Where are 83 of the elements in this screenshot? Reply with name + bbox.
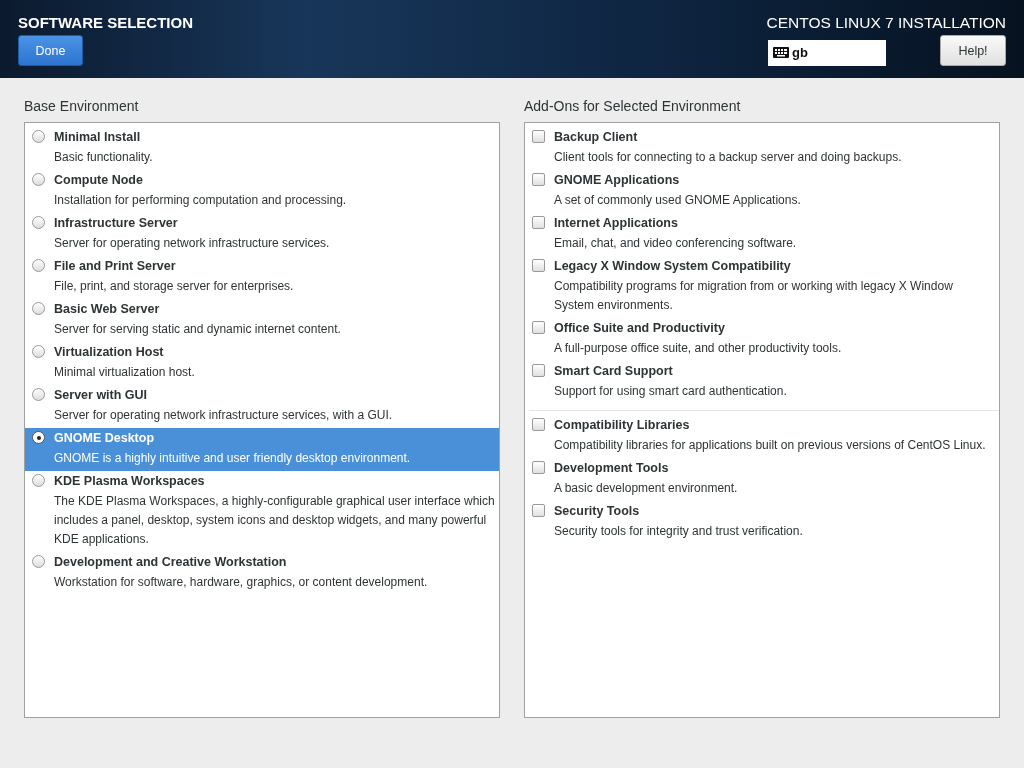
option-description: A basic development environment. — [554, 480, 738, 497]
option-name: Infrastructure Server — [54, 215, 179, 232]
option-description: Server for serving static and dynamic internet content. — [54, 321, 341, 338]
option-description: The KDE Plasma Workspaces, a highly-configurable graphical user interface which includes a panel, desktop, system icons and desktop widgets, and many powerful KDE applications. — [54, 493, 495, 548]
option-description: Client tools for connecting to a backup server and doing backups. — [554, 149, 902, 166]
option-description: Support for using smart card authentication. — [554, 383, 787, 400]
option-description: Basic functionality. — [54, 149, 153, 166]
addon-option[interactable]: Office Suite and Productivity A full-purpose office suite, and other productivity tools. — [525, 318, 999, 361]
radio-button[interactable] — [32, 130, 45, 143]
checkbox[interactable] — [532, 461, 545, 474]
option-name: Server with GUI — [54, 387, 149, 404]
checkbox[interactable] — [532, 259, 545, 272]
option-name: Minimal Install — [54, 129, 142, 146]
checkbox[interactable] — [532, 216, 545, 229]
keyboard-icon — [773, 47, 789, 58]
product-title: CENTOS LINUX 7 INSTALLATION — [766, 14, 1006, 32]
environment-option[interactable]: Infrastructure Server Server for operating network infrastructure services. — [25, 213, 499, 256]
option-name: Office Suite and Productivity — [554, 320, 726, 337]
addon-option[interactable]: Development Tools A basic development environment. — [529, 458, 999, 501]
option-name: KDE Plasma Workspaces — [54, 473, 206, 490]
radio-button[interactable] — [32, 216, 45, 229]
help-button[interactable]: Help! — [940, 35, 1006, 66]
environment-option[interactable]: Compute Node Installation for performing computation and processing. — [25, 170, 499, 213]
section-heading: Base Environment — [24, 98, 140, 114]
radio-button[interactable] — [32, 431, 45, 444]
option-description: Server for operating network infrastructure services, with a GUI. — [54, 407, 393, 424]
option-name: Compute Node — [54, 172, 144, 189]
radio-button[interactable] — [32, 173, 45, 186]
radio-button[interactable] — [32, 259, 45, 272]
radio-button[interactable] — [32, 302, 45, 315]
option-name: Virtualization Host — [54, 344, 165, 361]
keyboard-layout-field[interactable]: gb — [768, 39, 886, 66]
checkbox[interactable] — [532, 364, 545, 377]
environment-option[interactable]: File and Print Server File, print, and storage server for enterprises. — [25, 256, 499, 299]
option-description: Installation for performing computation and processing. — [54, 192, 347, 209]
environment-option[interactable]: Server with GUI Server for operating network infrastructure services, with a GUI. — [25, 385, 499, 428]
environment-option[interactable]: Virtualization Host Minimal virtualization host. — [25, 342, 499, 385]
option-description: Workstation for software, hardware, graphics, or content development. — [54, 574, 428, 591]
option-name: Development and Creative Workstation — [54, 554, 288, 571]
option-description: Compatibility programs for migration from or working with legacy X Window System environments. — [554, 278, 954, 314]
option-description: GNOME is a highly intuitive and user friendly desktop environment. — [54, 450, 411, 467]
radio-button[interactable] — [32, 555, 45, 568]
option-name: Backup Client — [554, 129, 639, 146]
option-name: GNOME Desktop — [54, 430, 155, 447]
checkbox[interactable] — [532, 130, 545, 143]
option-name: Basic Web Server — [54, 301, 161, 318]
radio-button[interactable] — [32, 345, 45, 358]
option-description: Compatibility libraries for applications built on previous versions of CentOS Linux. — [554, 437, 986, 454]
addon-option[interactable]: Internet Applications Email, chat, and video conferencing software. — [525, 213, 999, 256]
radio-button[interactable] — [32, 474, 45, 487]
addon-option[interactable]: Backup Client Client tools for connecting to a backup server and doing backups. — [525, 127, 999, 170]
option-description: Security tools for integrity and trust verification. — [554, 523, 803, 540]
environment-option[interactable]: Development and Creative Workstation Workstation for software, hardware, graphics, or content development. — [25, 552, 499, 595]
section-heading: Add-Ons for Selected Environment — [524, 98, 742, 114]
done-button[interactable]: Done — [18, 35, 83, 66]
environment-option[interactable]: KDE Plasma Workspaces The KDE Plasma Workspaces, a highly-configurable graphical user interface which includes a panel, desktop, system icons and desktop widgets, and many powerful KDE applications. — [25, 471, 499, 552]
option-description: A set of commonly used GNOME Applications. — [554, 192, 801, 209]
page-title: SOFTWARE SELECTION — [18, 14, 193, 31]
option-name: GNOME Applications — [554, 172, 681, 189]
addon-option[interactable]: Smart Card Support Support for using smart card authentication. — [525, 361, 999, 404]
environment-option[interactable]: Basic Web Server Server for serving static and dynamic internet content. — [25, 299, 499, 342]
option-description: Email, chat, and video conferencing software. — [554, 235, 797, 252]
option-description: A full-purpose office suite, and other productivity tools. — [554, 340, 842, 357]
addon-option[interactable]: Compatibility Libraries Compatibility libraries for applications built on previous versions of CentOS Linux. — [529, 415, 999, 458]
addon-option[interactable]: GNOME Applications A set of commonly used GNOME Applications. — [525, 170, 999, 213]
option-name: Legacy X Window System Compatibility — [554, 258, 792, 275]
option-name: File and Print Server — [54, 258, 177, 275]
option-name: Smart Card Support — [554, 363, 674, 380]
addon-option[interactable]: Security Tools Security tools for integrity and trust verification. — [529, 501, 999, 544]
option-description: Server for operating network infrastructure services. — [54, 235, 330, 252]
option-name: Compatibility Libraries — [554, 417, 691, 434]
checkbox[interactable] — [532, 173, 545, 186]
option-description: File, print, and storage server for enterprises. — [54, 278, 294, 295]
option-description: Minimal virtualization host. — [54, 364, 195, 381]
option-name: Development Tools — [554, 460, 670, 477]
environment-option[interactable]: Minimal Install Basic functionality. — [25, 127, 499, 170]
checkbox[interactable] — [532, 504, 545, 517]
checkbox[interactable] — [532, 321, 545, 334]
addon-option[interactable]: Legacy X Window System Compatibility Compatibility programs for migration from or working with legacy X Window System environments. — [525, 256, 999, 318]
checkbox[interactable] — [532, 418, 545, 431]
option-name: Internet Applications — [554, 215, 679, 232]
radio-button[interactable] — [32, 388, 45, 401]
option-name: Security Tools — [554, 503, 641, 520]
